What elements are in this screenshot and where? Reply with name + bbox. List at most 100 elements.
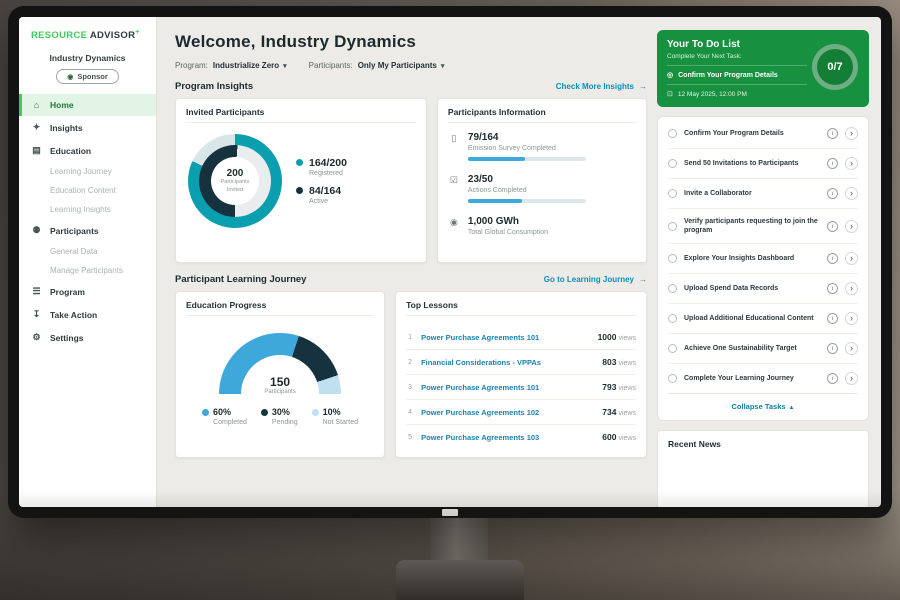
sponsor-icon: ◉ <box>67 73 73 81</box>
lesson-link[interactable]: Financial Considerations - VPPAs <box>421 358 595 367</box>
info-icon[interactable]: i <box>827 283 838 294</box>
sidebar-item-learning-journey[interactable]: Learning Journey <box>19 162 156 181</box>
chevron-right-icon[interactable]: › <box>845 312 858 325</box>
sidebar-item-participants[interactable]: ⚉ Participants <box>19 219 156 242</box>
info-icon[interactable]: i <box>827 221 838 232</box>
check-more-insights-link[interactable]: Check More Insights → <box>556 82 647 91</box>
task-item[interactable]: Upload Additional Educational Content i … <box>668 304 858 334</box>
legend-dot-teal <box>296 159 303 166</box>
task-item[interactable]: Explore Your Insights Dashboard i › <box>668 244 858 274</box>
sidebar-item-general-data[interactable]: General Data <box>19 242 156 261</box>
info-icon[interactable]: i <box>827 373 838 384</box>
background: RESOURCE ADVISOR+ Industry Dynamics ◉ Sp… <box>0 0 900 600</box>
stat-label: Total Global Consumption <box>468 229 548 236</box>
donut-legend: 164/200 Registered 84/164 Active <box>296 149 347 213</box>
lesson-views: 600views <box>602 432 636 442</box>
task-item[interactable]: Verify participants requesting to join t… <box>668 209 858 244</box>
card-title: Education Progress <box>186 300 374 316</box>
sidebar-item-education-content[interactable]: Education Content <box>19 181 156 200</box>
task-item[interactable]: Send 50 Invitations to Participants i › <box>668 149 858 179</box>
info-icon[interactable]: i <box>827 313 838 324</box>
program-select[interactable]: Industrialize Zero ▾ <box>213 61 287 70</box>
legend-pending: 30% Pending <box>261 407 298 426</box>
chevron-right-icon[interactable]: › <box>845 342 858 355</box>
page-title: Welcome, Industry Dynamics <box>175 32 647 52</box>
task-item[interactable]: Invite a Collaborator i › <box>668 179 858 209</box>
lesson-link[interactable]: Power Purchase Agreements 102 <box>421 408 595 417</box>
task-item[interactable]: Upload Spend Data Records i › <box>668 274 858 304</box>
sidebar-item-learning-insights[interactable]: Learning Insights <box>19 200 156 219</box>
chevron-right-icon[interactable]: › <box>845 220 858 233</box>
sidebar-item-label: Program <box>50 287 85 297</box>
participants-select[interactable]: Only My Participants ▾ <box>358 61 445 70</box>
todo-progress-value: 0/7 <box>827 61 842 73</box>
donut-center: 200 Participants Invited <box>211 157 259 205</box>
sidebar-item-home[interactable]: ⌂ Home <box>19 94 156 116</box>
main-content: Welcome, Industry Dynamics Program: Indu… <box>157 17 657 507</box>
chevron-right-icon[interactable]: › <box>845 282 858 295</box>
task-checkbox[interactable] <box>668 189 677 198</box>
chevron-right-icon[interactable]: › <box>845 127 858 140</box>
lesson-views: 734views <box>602 407 636 417</box>
info-icon[interactable]: i <box>827 128 838 139</box>
sidebar-item-take-action[interactable]: ↧ Take Action <box>19 303 156 326</box>
lesson-rank: 4 <box>406 409 414 416</box>
org-name: Industry Dynamics <box>19 53 156 63</box>
monitor-stand-base <box>396 560 524 600</box>
chevron-right-icon[interactable]: › <box>845 252 858 265</box>
learning-journey-section-header: Participant Learning Journey Go to Learn… <box>175 274 647 285</box>
task-item[interactable]: Confirm Your Program Details i › <box>668 119 858 149</box>
sidebar-item-manage-participants[interactable]: Manage Participants <box>19 261 156 280</box>
info-icon[interactable]: i <box>827 158 838 169</box>
gauge-center-label: Participants <box>219 389 341 395</box>
task-item[interactable]: Complete Your Learning Journey i › <box>668 364 858 394</box>
lesson-row: 3 Power Purchase Agreements 101 793views <box>406 375 636 400</box>
actions-icon: ☑ <box>448 175 460 203</box>
filter-bar: Program: Industrialize Zero ▾ Participan… <box>175 61 647 70</box>
task-checkbox[interactable] <box>668 254 677 263</box>
gauge-center: 150 Participants <box>219 375 341 395</box>
sponsor-badge[interactable]: ◉ Sponsor <box>56 69 119 84</box>
todo-next-task[interactable]: ◎ Confirm Your Program Details <box>667 65 807 84</box>
sidebar-item-settings[interactable]: ⚙ Settings <box>19 326 156 349</box>
info-icon[interactable]: i <box>827 253 838 264</box>
sidebar-item-label: Manage Participants <box>50 266 123 275</box>
task-label: Confirm Your Program Details <box>684 129 820 138</box>
lesson-rank: 1 <box>406 334 414 341</box>
sidebar-item-education[interactable]: ▤ Education <box>19 139 156 162</box>
info-icon[interactable]: i <box>827 188 838 199</box>
sidebar-item-label: Take Action <box>50 310 97 320</box>
donut-center-label: Participants Invited <box>215 179 255 193</box>
lesson-views: 803views <box>602 357 636 367</box>
task-checkbox[interactable] <box>668 159 677 168</box>
sidebar-item-program[interactable]: ☰ Program <box>19 280 156 303</box>
lesson-link[interactable]: Power Purchase Agreements 103 <box>421 433 595 442</box>
task-checkbox[interactable] <box>668 222 677 231</box>
education-icon: ▤ <box>31 145 42 156</box>
task-checkbox[interactable] <box>668 374 677 383</box>
task-checkbox[interactable] <box>668 344 677 353</box>
sidebar-item-insights[interactable]: ✦ Insights <box>19 116 156 139</box>
program-select-value: Industrialize Zero <box>213 61 279 70</box>
chevron-right-icon[interactable]: › <box>845 187 858 200</box>
lesson-link[interactable]: Power Purchase Agreements 101 <box>421 383 595 392</box>
lesson-link[interactable]: Power Purchase Agreements 101 <box>421 333 590 342</box>
task-checkbox[interactable] <box>668 284 677 293</box>
chevron-right-icon[interactable]: › <box>845 157 858 170</box>
todo-due-date-label: 12 May 2025, 12:00 PM <box>678 91 747 98</box>
task-checkbox[interactable] <box>668 129 677 138</box>
lesson-rank: 3 <box>406 384 414 391</box>
task-item[interactable]: Achieve One Sustainability Target i › <box>668 334 858 364</box>
task-label: Complete Your Learning Journey <box>684 374 820 383</box>
monitor-bezel: RESOURCE ADVISOR+ Industry Dynamics ◉ Sp… <box>8 6 892 518</box>
logo-plus: + <box>135 29 139 36</box>
collapse-tasks-link[interactable]: Collapse Tasks▲ <box>668 394 858 414</box>
invited-donut-chart: 200 Participants Invited <box>188 134 282 228</box>
app-logo: RESOURCE ADVISOR+ <box>19 29 156 41</box>
go-to-learning-journey-link[interactable]: Go to Learning Journey → <box>544 275 647 284</box>
task-checkbox[interactable] <box>668 314 677 323</box>
arrow-right-icon: → <box>639 275 647 284</box>
info-icon[interactable]: i <box>827 343 838 354</box>
chevron-right-icon[interactable]: › <box>845 372 858 385</box>
recent-news-header[interactable]: Recent News <box>657 430 869 507</box>
